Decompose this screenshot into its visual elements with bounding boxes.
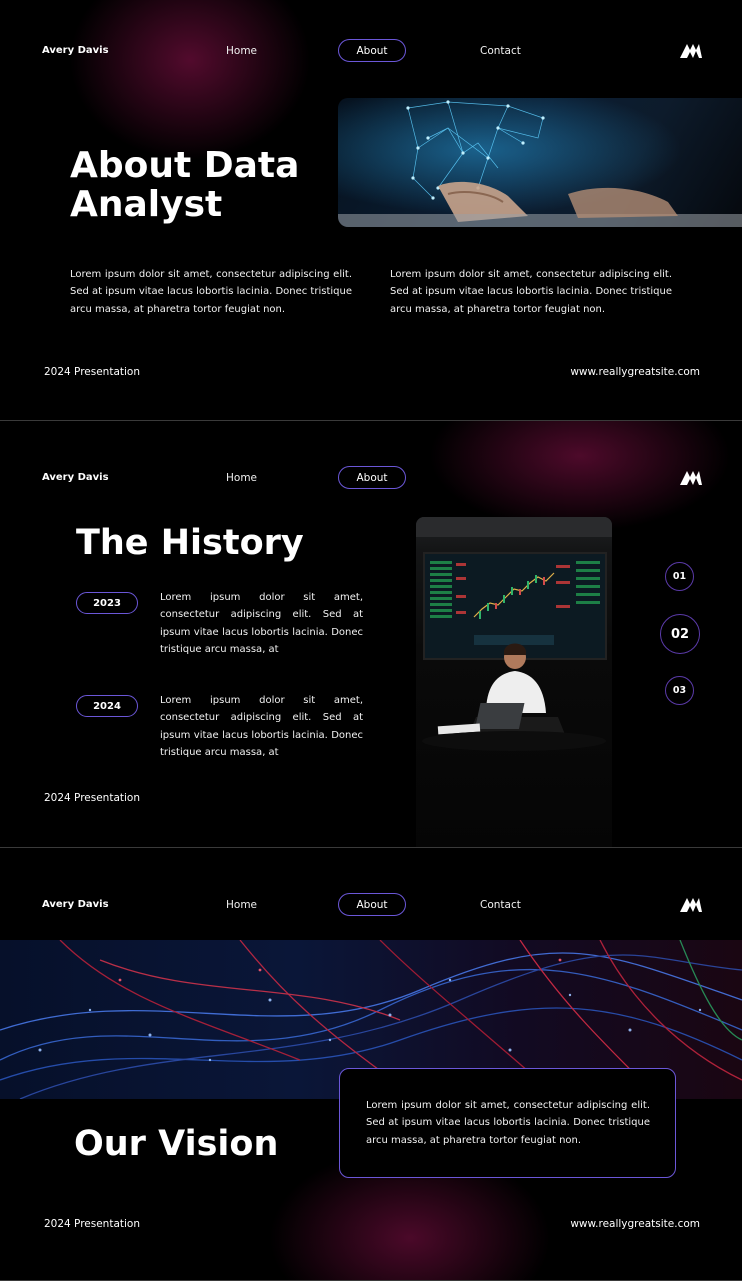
footer-presentation: 2024 Presentation <box>44 366 141 378</box>
hero-image <box>338 98 742 227</box>
page-title: The History <box>76 523 304 563</box>
slide-about: Avery Davis Home About Contact About Dat… <box>0 0 742 421</box>
page-title: About Data Analyst <box>70 146 299 224</box>
year-badge-2024: 2024 <box>76 695 138 717</box>
vision-card-text: Lorem ipsum dolor sit amet, consectetur … <box>366 1100 650 1146</box>
title-line-1: About Data <box>70 145 300 186</box>
step-01[interactable]: 01 <box>665 562 694 591</box>
timeline-text-2024: Lorem ipsum dolor sit amet, consectetur … <box>160 695 363 759</box>
nav-home[interactable]: Home <box>226 472 257 484</box>
background-glow <box>70 0 310 160</box>
nav-contact[interactable]: Contact <box>480 45 521 57</box>
nav-contact[interactable]: Contact <box>480 899 521 911</box>
nav-about[interactable]: About <box>338 893 406 916</box>
nav-home[interactable]: Home <box>226 899 257 911</box>
step-03[interactable]: 03 <box>665 676 694 705</box>
year-badge-2023: 2023 <box>76 592 138 614</box>
step-02[interactable]: 02 <box>660 614 700 654</box>
brand-name: Avery Davis <box>42 472 109 483</box>
title-line-2: Analyst <box>70 184 223 225</box>
slide-vision: Avery Davis Home About Contact Lorem ips… <box>0 848 742 1281</box>
brand-logo-icon <box>680 898 702 912</box>
page-title: Our Vision <box>74 1124 279 1164</box>
brand-logo-icon <box>680 44 702 58</box>
paragraph-right: Lorem ipsum dolor sit amet, consectetur … <box>390 269 672 315</box>
brand-logo-icon <box>680 471 702 485</box>
footer-presentation: 2024 Presentation <box>44 1218 141 1230</box>
paragraph-left: Lorem ipsum dolor sit amet, consectetur … <box>70 269 352 315</box>
footer-presentation: 2024 Presentation <box>44 792 141 804</box>
nav-about[interactable]: About <box>338 39 406 62</box>
timeline-text-2023: Lorem ipsum dolor sit amet, consectetur … <box>160 592 363 656</box>
footer-website[interactable]: www.reallygreatsite.com <box>570 366 700 378</box>
brand-name: Avery Davis <box>42 45 109 56</box>
footer-website[interactable]: www.reallygreatsite.com <box>570 1218 700 1230</box>
nav-about[interactable]: About <box>338 466 406 489</box>
nav-home[interactable]: Home <box>226 45 257 57</box>
analyst-photo <box>416 517 612 847</box>
slide-history: Avery Davis Home About The History 2023 … <box>0 421 742 848</box>
brand-name: Avery Davis <box>42 899 109 910</box>
vision-card: Lorem ipsum dolor sit amet, consectetur … <box>339 1068 676 1178</box>
